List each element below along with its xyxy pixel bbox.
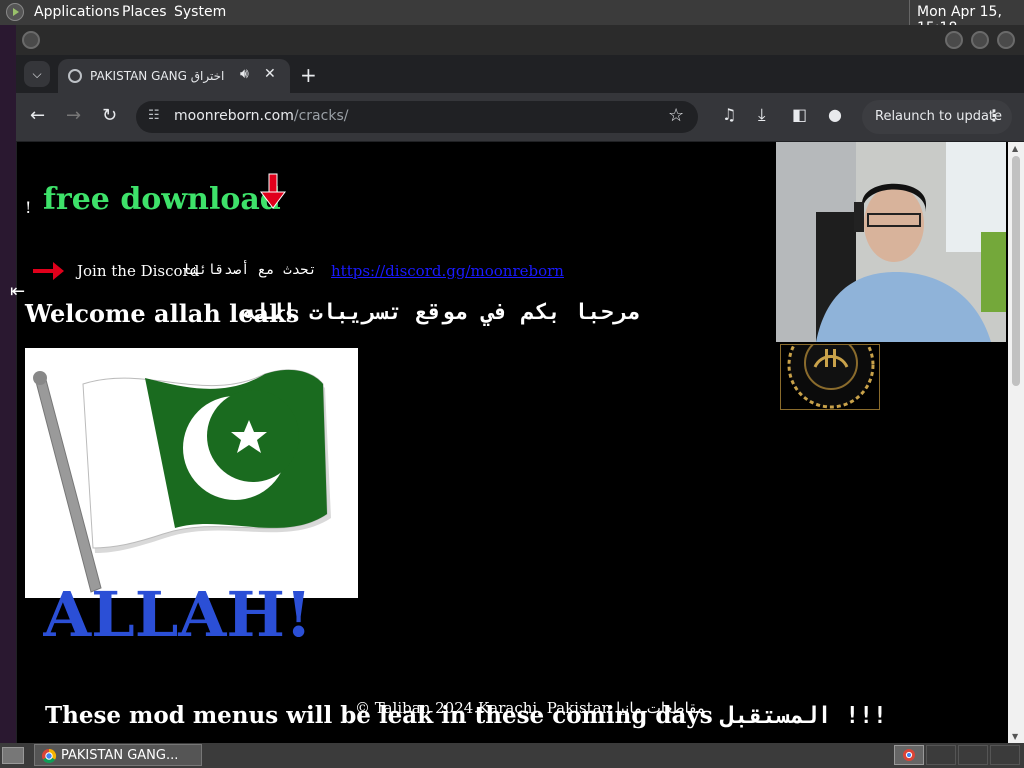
tab-close-icon[interactable]: ✕ bbox=[264, 66, 276, 82]
workspace-3[interactable] bbox=[958, 745, 988, 765]
forward-icon[interactable]: → bbox=[66, 105, 81, 126]
right-arrow-icon bbox=[33, 262, 64, 280]
maximize-icon[interactable] bbox=[971, 31, 989, 49]
reload-icon[interactable]: ↻ bbox=[102, 105, 117, 126]
address-bar[interactable]: ☷ moonreborn.com/cracks/ ☆ bbox=[136, 101, 698, 133]
taskbar-task-label: PAKISTAN GANG... bbox=[61, 748, 179, 763]
site-info-icon[interactable]: ☷ bbox=[148, 108, 160, 123]
scroll-thumb[interactable] bbox=[1012, 156, 1020, 386]
resize-cursor-icon: ⇤ bbox=[10, 281, 26, 302]
close-window-icon[interactable] bbox=[997, 31, 1015, 49]
new-tab-icon[interactable]: + bbox=[300, 63, 317, 87]
chrome-icon bbox=[903, 749, 915, 761]
minimize-icon[interactable] bbox=[945, 31, 963, 49]
menu-dots-icon[interactable]: ⋮ bbox=[986, 106, 1002, 125]
workspace-1[interactable] bbox=[894, 745, 924, 765]
workspace-2[interactable] bbox=[926, 745, 956, 765]
window-menu-icon[interactable] bbox=[22, 31, 40, 49]
back-icon[interactable]: ← bbox=[30, 105, 45, 126]
top-panel: Applications Places System Mon Apr 15, 1… bbox=[0, 0, 1024, 36]
download-icon[interactable]: ⤓ bbox=[758, 105, 766, 125]
places-menu[interactable]: Places bbox=[122, 4, 167, 20]
vertical-scrollbar[interactable]: ▲ ▼ bbox=[1008, 142, 1024, 743]
tab-search-chevron-icon[interactable]: ⌵ bbox=[24, 61, 50, 87]
scroll-down-icon[interactable]: ▼ bbox=[1012, 732, 1018, 741]
allah-banner-text: ALLAH! bbox=[43, 578, 312, 651]
footer-text: © Taliban 2024 Karachi, Pakistan مقاطعات… bbox=[355, 699, 705, 717]
bookmark-star-icon[interactable]: ☆ bbox=[668, 105, 684, 126]
chrome-icon bbox=[42, 748, 57, 764]
tab-title: PAKISTAN GANG اختراق bbox=[90, 69, 225, 83]
free-download-heading: free download bbox=[43, 182, 281, 217]
down-arrow-icon bbox=[260, 173, 286, 209]
join-discord-arabic: تحدث مع أصدقائنا bbox=[182, 262, 317, 278]
panel-separator bbox=[909, 0, 910, 25]
speaker-icon[interactable]: 🔊︎ bbox=[240, 66, 249, 82]
profile-icon[interactable]: ● bbox=[828, 105, 842, 124]
calligraphy-icon bbox=[787, 345, 875, 409]
scroll-up-icon[interactable]: ▲ bbox=[1012, 144, 1018, 153]
tab-active[interactable]: PAKISTAN GANG اختراق 🔊︎ ✕ bbox=[58, 59, 290, 93]
relaunch-button[interactable]: Relaunch to update ⋮ bbox=[862, 100, 1012, 134]
bottom-taskbar: PAKISTAN GANG... bbox=[0, 743, 1024, 768]
distro-logo-icon[interactable] bbox=[6, 3, 24, 21]
desktop-background bbox=[0, 25, 16, 743]
welcome-heading-arabic: مرحبا بكم في موقع تسريبات الله bbox=[243, 300, 641, 325]
globe-icon bbox=[68, 69, 82, 83]
allah-banner: ALLAH! bbox=[43, 578, 312, 651]
show-desktop-icon[interactable] bbox=[2, 747, 24, 764]
browser-window: ⌵ PAKISTAN GANG اختراق 🔊︎ ✕ + ← → ↻ ☷ mo… bbox=[16, 25, 1024, 743]
tab-strip: ⌵ PAKISTAN GANG اختراق 🔊︎ ✕ + bbox=[16, 55, 1024, 93]
workspace-4[interactable] bbox=[990, 745, 1020, 765]
window-titlebar[interactable] bbox=[16, 25, 1024, 55]
applications-menu[interactable]: Applications bbox=[34, 4, 120, 20]
side-panel-icon[interactable]: ◧ bbox=[792, 105, 807, 124]
join-discord-text: Join the Discord bbox=[77, 262, 200, 280]
media-control-icon[interactable]: ♫ bbox=[722, 105, 736, 124]
url-text[interactable]: moonreborn.com/cracks/ bbox=[174, 108, 348, 124]
video-frame bbox=[776, 142, 1006, 342]
system-menu[interactable]: System bbox=[174, 4, 226, 20]
relaunch-label: Relaunch to update bbox=[875, 109, 1003, 124]
video-player[interactable] bbox=[776, 142, 1006, 342]
allah-calligraphy-image bbox=[780, 344, 880, 410]
discord-link[interactable]: https://discord.gg/moonreborn bbox=[331, 262, 564, 280]
taskbar-browser-button[interactable]: PAKISTAN GANG... bbox=[34, 744, 202, 766]
exclamation-mark: ! bbox=[25, 198, 32, 217]
browser-toolbar: ← → ↻ ☷ moonreborn.com/cracks/ ☆ ♫ ⤓ ◧ ●… bbox=[16, 93, 1024, 141]
web-page: ! free download Join the Discord تحدث مع… bbox=[17, 142, 1008, 743]
